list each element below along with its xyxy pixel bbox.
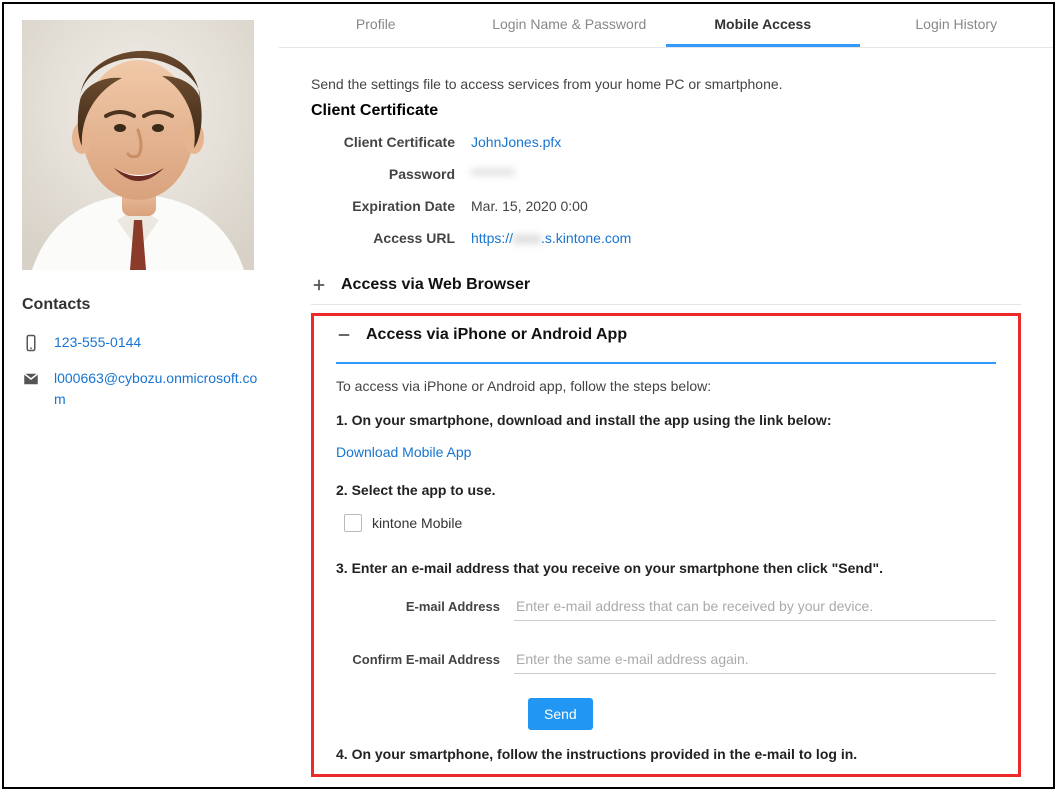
sidebar: Contacts 123-555-0144 l000663@cybozu.onm… xyxy=(4,4,279,787)
accordion-header-web-browser[interactable]: Access via Web Browser xyxy=(311,266,1021,305)
accordion-divider xyxy=(336,362,996,364)
app-option-row: kintone Mobile xyxy=(344,514,996,532)
url-prefix: https:// xyxy=(471,230,513,246)
cert-label-expiration: Expiration Date xyxy=(311,198,471,214)
mail-icon xyxy=(22,370,40,388)
step-2: 2. Select the app to use. xyxy=(336,482,996,498)
cert-row-file: Client Certificate JohnJones.pfx xyxy=(311,126,1021,158)
phone-icon xyxy=(22,334,40,352)
cert-label-password: Password xyxy=(311,166,471,182)
contact-phone-link[interactable]: 123-555-0144 xyxy=(54,332,141,352)
highlight-box: Access via iPhone or Android App To acce… xyxy=(311,313,1021,777)
url-hidden: xxxx xyxy=(513,230,541,246)
cert-password-value: ******** xyxy=(471,166,515,182)
checkbox-label-kintone-mobile: kintone Mobile xyxy=(372,515,462,531)
cert-access-url-link[interactable]: https://xxxx.s.kintone.com xyxy=(471,230,631,246)
plus-icon xyxy=(311,277,327,293)
email-row: E-mail Address xyxy=(336,592,996,621)
contacts-heading: Contacts xyxy=(22,296,261,314)
confirm-email-field[interactable] xyxy=(514,645,996,674)
app-intro: To access via iPhone or Android app, fol… xyxy=(336,378,996,394)
client-certificate-table: Client Certificate JohnJones.pfx Passwor… xyxy=(311,126,1021,254)
tab-profile[interactable]: Profile xyxy=(279,4,473,47)
checkbox-kintone-mobile[interactable] xyxy=(344,514,362,532)
cert-label-url: Access URL xyxy=(311,230,471,246)
email-field[interactable] xyxy=(514,592,996,621)
confirm-email-label: Confirm E-mail Address xyxy=(336,652,514,667)
main: Profile Login Name & Password Mobile Acc… xyxy=(279,4,1053,787)
content: Send the settings file to access service… xyxy=(279,48,1053,777)
intro-text: Send the settings file to access service… xyxy=(311,76,1021,92)
cert-label-file: Client Certificate xyxy=(311,134,471,150)
accordion-title-app: Access via iPhone or Android App xyxy=(366,326,627,344)
send-button[interactable]: Send xyxy=(528,698,593,730)
accordion-header-app[interactable]: Access via iPhone or Android App xyxy=(336,326,996,354)
step-4: 4. On your smartphone, follow the instru… xyxy=(336,746,996,762)
cert-row-url: Access URL https://xxxx.s.kintone.com xyxy=(311,222,1021,254)
cert-expiration-value: Mar. 15, 2020 0:00 xyxy=(471,198,588,214)
url-suffix: .s.kintone.com xyxy=(541,230,631,246)
client-certificate-title: Client Certificate xyxy=(311,102,1021,120)
tab-login-name-password[interactable]: Login Name & Password xyxy=(473,4,667,47)
download-mobile-app-link[interactable]: Download Mobile App xyxy=(336,444,471,460)
step-1: 1. On your smartphone, download and inst… xyxy=(336,412,996,428)
confirm-email-row: Confirm E-mail Address xyxy=(336,645,996,674)
cert-row-expiration: Expiration Date Mar. 15, 2020 0:00 xyxy=(311,190,1021,222)
tab-login-history[interactable]: Login History xyxy=(860,4,1054,47)
cert-row-password: Password ******** xyxy=(311,158,1021,190)
accordion-web-browser: Access via Web Browser xyxy=(311,266,1021,305)
cert-file-link[interactable]: JohnJones.pfx xyxy=(471,134,561,150)
email-label: E-mail Address xyxy=(336,599,514,614)
avatar xyxy=(22,20,254,270)
tab-mobile-access[interactable]: Mobile Access xyxy=(666,4,860,47)
accordion-title-web-browser: Access via Web Browser xyxy=(341,276,530,294)
contact-email-row: l000663@cybozu.onmicrosoft.com xyxy=(22,368,261,409)
step-3: 3. Enter an e-mail address that you rece… xyxy=(336,560,996,576)
minus-icon xyxy=(336,327,352,343)
contact-email-link[interactable]: l000663@cybozu.onmicrosoft.com xyxy=(54,368,261,409)
tabs: Profile Login Name & Password Mobile Acc… xyxy=(279,4,1053,48)
contact-phone-row: 123-555-0144 xyxy=(22,332,261,352)
